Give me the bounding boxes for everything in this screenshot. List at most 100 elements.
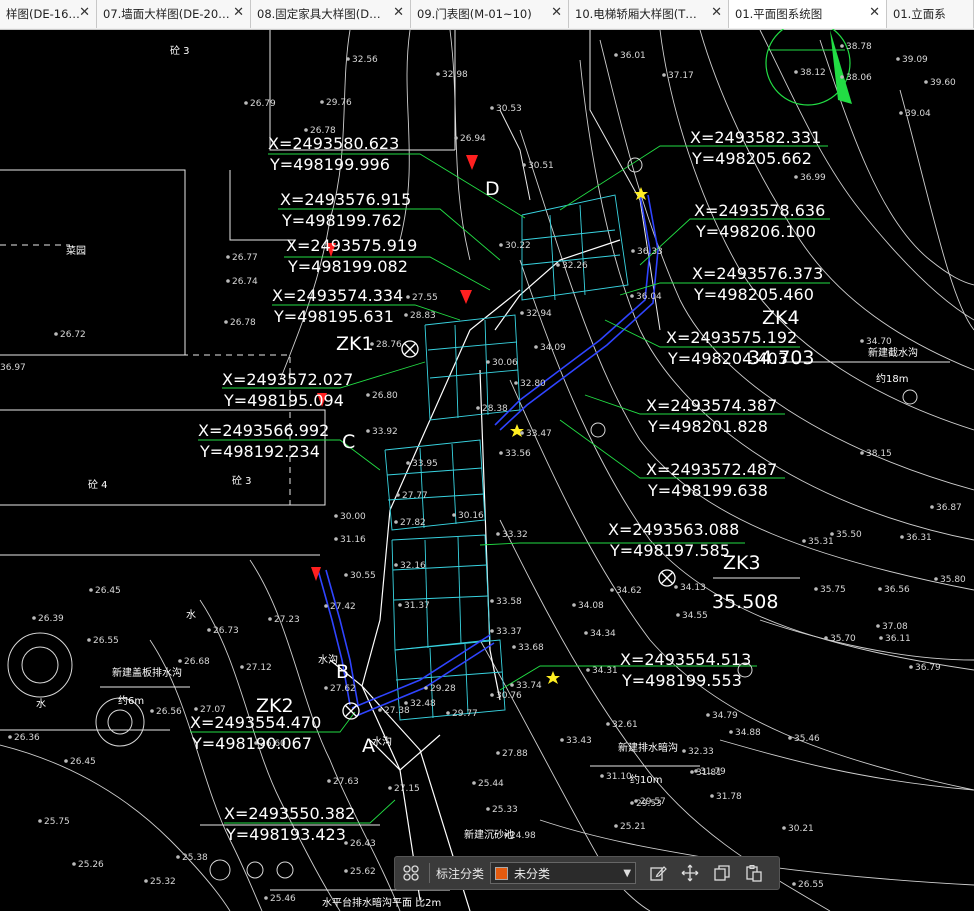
drawing-tab-bar: 样图(DE-16… ✕ 07.墙面大样图(DE-20… ✕ 08.固定家具大样图(D…: [0, 0, 974, 30]
elevation-label: 31.16: [340, 535, 366, 545]
category-select-value: 未分类: [514, 866, 551, 881]
tab-5[interactable]: 01.平面图系统图 ✕: [729, 0, 887, 28]
elevation-label: 32.61: [612, 720, 638, 730]
grid-icon[interactable]: [398, 860, 424, 886]
elevation-point-icon: [54, 332, 58, 336]
elevation-point-icon: [244, 101, 248, 105]
elevation-label: 28.38: [482, 404, 508, 414]
elevation-point-icon: [226, 279, 230, 283]
elevation-label: 37.08: [882, 622, 908, 632]
elevation-point-icon: [486, 360, 490, 364]
tab-4[interactable]: 10.电梯轿厢大样图(T… ✕: [569, 0, 729, 28]
elevation-point-icon: [584, 631, 588, 635]
elevation-label: 39.09: [902, 55, 928, 65]
coord-x-label: X=2493566.992: [198, 421, 329, 440]
elevation-label: 34.88: [735, 728, 761, 738]
elevation-point-icon: [38, 819, 42, 823]
elevation-point-icon: [496, 532, 500, 536]
borehole-zk2-label: ZK2: [256, 695, 294, 717]
tab-6[interactable]: 01.立面系: [887, 0, 974, 28]
note-length-6m: 约6m: [118, 694, 144, 707]
elevation-point-icon: [89, 588, 93, 592]
tab-3[interactable]: 09.门表图(M-01~10) ✕: [411, 0, 569, 28]
coord-y-label: Y=498193.423: [225, 825, 346, 844]
elevation-point-icon: [560, 738, 564, 742]
close-icon[interactable]: ✕: [711, 6, 722, 20]
elevation-label: 31.10: [606, 772, 632, 782]
move-icon[interactable]: [677, 860, 703, 886]
note-sediment-tank: 新建沉砂池: [464, 828, 514, 841]
elevation-point-icon: [486, 807, 490, 811]
elevation-point-icon: [924, 80, 928, 84]
elevation-point-icon: [676, 613, 680, 617]
elevation-point-icon: [406, 295, 410, 299]
elevation-label: 27.15: [394, 784, 420, 794]
tab-1[interactable]: 07.墙面大样图(DE-20… ✕: [97, 0, 251, 28]
elevation-point-icon: [394, 563, 398, 567]
close-icon[interactable]: ✕: [79, 6, 90, 20]
elevation-label: 25.32: [150, 877, 176, 887]
elevation-label: 31.81: [696, 768, 722, 778]
coord-x-label: X=2493575.919: [286, 236, 417, 255]
elevation-point-icon: [514, 381, 518, 385]
elevation-label: 33.56: [505, 449, 531, 459]
elevation-label: 26.45: [70, 757, 96, 767]
close-icon[interactable]: ✕: [393, 6, 404, 20]
elevation-point-icon: [178, 659, 182, 663]
close-icon[interactable]: ✕: [551, 6, 562, 20]
building-label: 水: [36, 698, 46, 710]
note-drain: 新建排水暗沟: [618, 741, 678, 754]
annotation-toolbar: 标注分类 未分类 ▼: [394, 856, 780, 890]
elevation-label: 32.26: [562, 261, 588, 271]
elevation-label: 29.77: [452, 709, 478, 719]
elevation-point-icon: [490, 599, 494, 603]
note-platform-drain: 水平台排水暗沟平面 比2m: [322, 896, 441, 909]
elevation-point-icon: [520, 311, 524, 315]
elevation-point-icon: [394, 520, 398, 524]
elevation-label: 26.56: [156, 707, 182, 717]
paste-icon[interactable]: [741, 860, 767, 886]
close-icon[interactable]: ✕: [233, 6, 244, 20]
elevation-point-icon: [860, 451, 864, 455]
tab-2[interactable]: 08.固定家具大样图(D… ✕: [251, 0, 411, 28]
elevation-label: 27.77: [402, 491, 428, 501]
elevation-point-icon: [934, 577, 938, 581]
elevation-label: 26.55: [93, 636, 119, 646]
elevation-point-icon: [879, 636, 883, 640]
elevation-point-icon: [490, 106, 494, 110]
elevation-label: 36.31: [906, 533, 932, 543]
note-ditch: 水沟: [318, 653, 338, 666]
coord-x-label: X=2493576.373: [692, 264, 823, 283]
elevation-label: 29.53: [636, 799, 662, 809]
elevation-label: 30.21: [788, 824, 814, 834]
elevation-label: 26.78: [230, 318, 256, 328]
elevation-label: 25.46: [270, 894, 296, 904]
elevation-point-icon: [366, 393, 370, 397]
elevation-point-icon: [320, 100, 324, 104]
elevation-point-icon: [682, 749, 686, 753]
elevation-point-icon: [436, 72, 440, 76]
elevation-label: 32.56: [352, 55, 378, 65]
elevation-point-icon: [876, 624, 880, 628]
elevation-label: 32.98: [442, 70, 468, 80]
elevation-label: 27.88: [502, 749, 528, 759]
edit-icon[interactable]: [645, 860, 671, 886]
elevation-point-icon: [176, 855, 180, 859]
category-select[interactable]: 未分类 ▼: [490, 862, 637, 884]
note-length-18m: 约18m: [876, 372, 908, 385]
elevation-label: 29.28: [430, 684, 456, 694]
elevation-label: 30.16: [458, 511, 484, 521]
cad-viewer: 样图(DE-16… ✕ 07.墙面大样图(DE-20… ✕ 08.固定家具大样图(D…: [0, 0, 974, 911]
elevation-label: 34.09: [540, 343, 566, 353]
tab-0[interactable]: 样图(DE-16… ✕: [0, 0, 97, 28]
elevation-point-icon: [909, 665, 913, 669]
elevation-label: 30.76: [496, 691, 522, 701]
copy-icon[interactable]: [709, 860, 735, 886]
close-icon[interactable]: ✕: [869, 6, 880, 20]
drawing-canvas[interactable]: 32.56 32.98 36.01 37.17 38.78 39.09 29.76 26.79…: [0, 29, 974, 911]
elevation-point-icon: [496, 751, 500, 755]
elevation-label: 25.33: [492, 805, 518, 815]
elevation-label: 36.56: [884, 585, 910, 595]
elevation-label: 35.70: [830, 634, 856, 644]
elevation-label: 38.06: [846, 73, 872, 83]
